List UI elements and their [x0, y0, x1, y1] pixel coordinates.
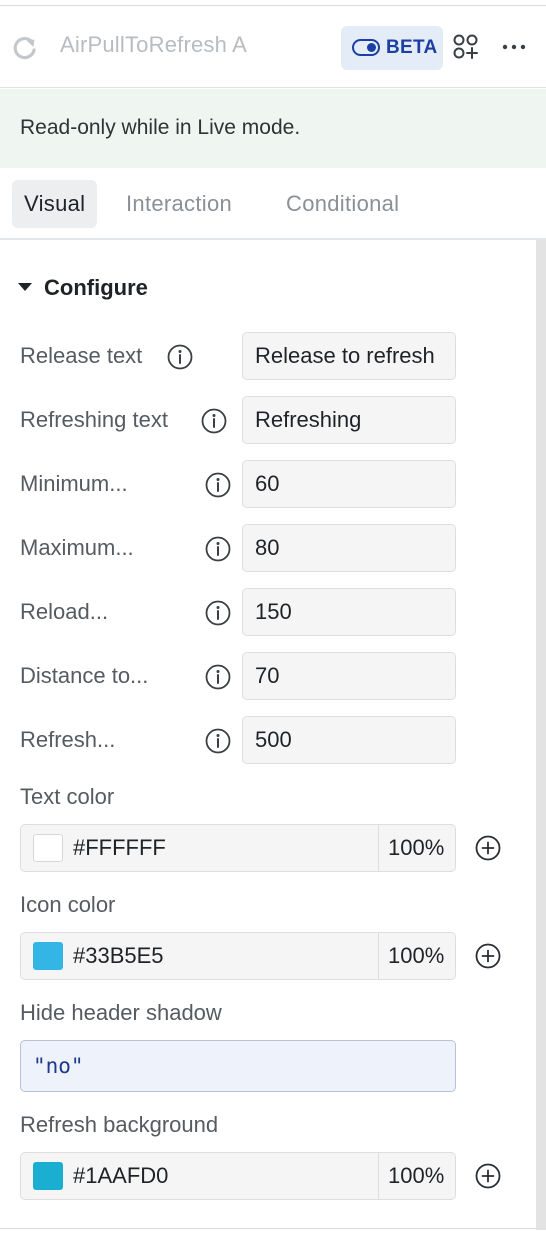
live-mode-notice: Read-only while in Live mode.	[0, 89, 546, 168]
beta-label: BETA	[386, 37, 438, 58]
refresh-background-picker[interactable]: #1AAFD0 100%	[20, 1152, 456, 1200]
maximum-input[interactable]: 80	[242, 524, 456, 572]
text-color-label: Text color	[20, 784, 115, 809]
tab-bar: Visual Interaction Conditional	[0, 168, 546, 240]
refresh-label: Refresh...	[20, 727, 116, 752]
scrollbar[interactable]	[536, 240, 546, 1230]
add-circle-icon[interactable]	[474, 1162, 502, 1190]
divider	[378, 933, 379, 979]
icon-color-opacity[interactable]: 100%	[388, 943, 444, 969]
text-color-swatch[interactable]	[33, 834, 63, 862]
more-options-icon[interactable]	[500, 33, 528, 61]
refresh-background-label: Refresh background	[20, 1112, 219, 1137]
text-color-picker[interactable]: #FFFFFF 100%	[20, 824, 456, 872]
refreshing-text-input[interactable]: Refreshing	[242, 396, 456, 444]
component-title: AirPullToRefresh A	[60, 32, 248, 57]
panel-header: AirPullToRefresh A BETA	[0, 6, 546, 88]
hide-header-shadow-label: Hide header shadow	[20, 1000, 222, 1025]
text-color-hex[interactable]: #FFFFFF	[73, 835, 166, 861]
info-icon[interactable]	[204, 471, 232, 499]
minimum-label: Minimum...	[20, 471, 128, 496]
reload-input[interactable]: 150	[242, 588, 456, 636]
divider	[378, 825, 379, 871]
divider	[378, 1153, 379, 1199]
tab-visual[interactable]: Visual	[12, 180, 98, 228]
add-circle-icon[interactable]	[474, 942, 502, 970]
hide-header-shadow-input[interactable]: "no"	[20, 1040, 456, 1092]
release-text-label: Release text	[20, 343, 143, 368]
info-icon[interactable]	[204, 663, 232, 691]
refresh-background-opacity[interactable]: 100%	[388, 1163, 444, 1189]
info-icon[interactable]	[200, 407, 228, 435]
refresh-input[interactable]: 500	[242, 716, 456, 764]
distance-to-input[interactable]: 70	[242, 652, 456, 700]
info-icon[interactable]	[204, 599, 232, 627]
info-icon[interactable]	[204, 535, 232, 563]
tab-interaction[interactable]: Interaction	[126, 180, 232, 228]
caret-down-icon	[18, 283, 32, 291]
toggle-icon	[352, 39, 380, 56]
minimum-input[interactable]: 60	[242, 460, 456, 508]
reload-label: Reload...	[20, 599, 109, 624]
refresh-background-swatch[interactable]	[33, 1162, 63, 1190]
refresh-background-hex[interactable]: #1AAFD0	[73, 1163, 168, 1189]
shapes-icon[interactable]	[452, 33, 480, 61]
text-color-opacity[interactable]: 100%	[388, 835, 444, 861]
refresh-icon	[13, 37, 36, 60]
tab-conditional[interactable]: Conditional	[286, 180, 399, 228]
icon-color-label: Icon color	[20, 892, 116, 917]
info-icon[interactable]	[166, 343, 194, 371]
icon-color-picker[interactable]: #33B5E5 100%	[20, 932, 456, 980]
refreshing-text-label: Refreshing text	[20, 407, 168, 432]
icon-color-hex[interactable]: #33B5E5	[73, 943, 164, 969]
release-text-input[interactable]: Release to refresh	[242, 332, 456, 380]
add-circle-icon[interactable]	[474, 834, 502, 862]
section-title: Configure	[44, 275, 148, 300]
info-icon[interactable]	[204, 727, 232, 755]
beta-toggle-button[interactable]: BETA	[341, 26, 443, 70]
bottom-divider	[0, 1228, 536, 1229]
notice-text: Read-only while in Live mode.	[20, 116, 301, 139]
distance-to-label: Distance to...	[20, 663, 149, 688]
icon-color-swatch[interactable]	[33, 942, 63, 970]
maximum-label: Maximum...	[20, 535, 134, 560]
